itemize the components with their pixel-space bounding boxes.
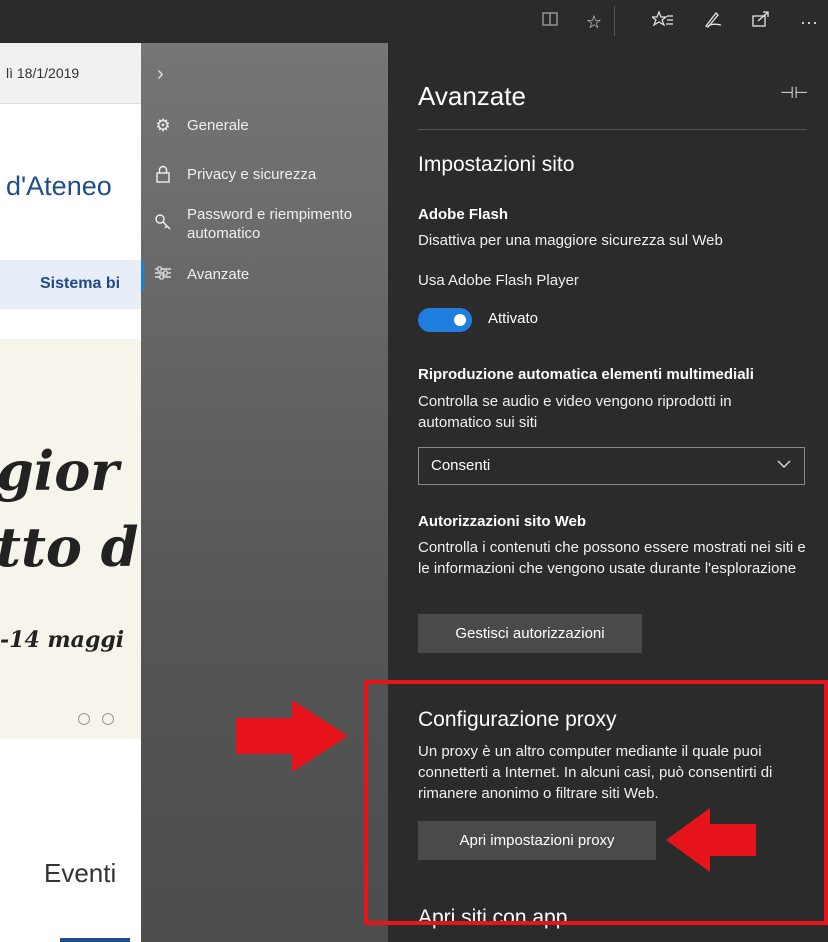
reading-view-icon[interactable] (538, 8, 562, 36)
nav-item-avanzate[interactable]: Avanzate (141, 261, 388, 291)
title-divider (418, 129, 807, 130)
lock-icon (153, 165, 173, 188)
nav-item-privacy[interactable]: Privacy e sicurezza (141, 165, 388, 187)
sistema-button-label: Sistema bi (40, 275, 121, 292)
active-indicator (141, 261, 144, 291)
autoplay-title: Riproduzione automatica elementi multime… (418, 366, 754, 383)
manage-permissions-button[interactable]: Gestisci autorizzazioni (418, 614, 642, 653)
flash-title: Adobe Flash (418, 206, 509, 223)
favorite-star-icon[interactable]: ☆ (580, 8, 608, 36)
collapse-chevron-icon[interactable]: › (157, 63, 164, 86)
nav-item-label: Generale (187, 117, 249, 134)
nav-item-label: Password e riempimento automatico (187, 206, 353, 242)
autoplay-select-value: Consenti (431, 457, 491, 474)
flash-toggle-state: Attivato (488, 310, 539, 327)
banner-line-3: -14 maggi (0, 627, 125, 653)
flash-toggle[interactable] (418, 308, 472, 332)
date-bar: lì 18/1/2019 (0, 43, 141, 104)
flash-use-label: Usa Adobe Flash Player (418, 272, 579, 289)
webpage-background: lì 18/1/2019 d'Ateneo Sistema bi gior tt… (0, 43, 141, 942)
page-heading: d'Ateneo (6, 171, 112, 201)
more-icon[interactable]: ··· (796, 8, 822, 36)
autoplay-description: Controlla se audio e video vengono ripro… (418, 393, 732, 431)
carousel-dot[interactable] (102, 713, 114, 725)
autoplay-select[interactable]: Consenti (418, 447, 805, 485)
panel-title: Avanzate (418, 81, 526, 111)
permissions-title: Autorizzazioni sito Web (418, 513, 587, 530)
nav-item-generale[interactable]: ⚙ Generale (141, 116, 388, 138)
gear-icon: ⚙ (155, 116, 171, 135)
annotation-arrow-left-icon (666, 808, 756, 872)
annotation-arrow-right-icon (236, 700, 348, 772)
pen-icon[interactable] (700, 8, 726, 36)
chevron-down-icon (776, 456, 792, 475)
sliders-icon (153, 265, 173, 286)
browser-toolbar: ☆ ··· (0, 0, 828, 43)
events-accent-bar (60, 938, 130, 942)
settings-nav: › ⚙ Generale Privacy e sicurezza Passwor… (141, 43, 388, 942)
pin-icon[interactable]: ⊣⊢ (780, 83, 808, 103)
favorites-hub-icon[interactable] (648, 8, 678, 36)
event-banner[interactable]: gior tto d -14 maggi (0, 339, 141, 739)
banner-line-2: tto d (0, 515, 139, 579)
share-icon[interactable] (748, 8, 774, 36)
carousel-dot[interactable] (78, 713, 90, 725)
site-settings-heading: Impostazioni sito (418, 153, 575, 176)
date-text: lì 18/1/2019 (6, 65, 80, 81)
carousel-dots (78, 712, 126, 730)
toggle-knob (454, 314, 466, 326)
permissions-description: Controlla i contenuti che possono essere… (418, 539, 806, 577)
nav-item-label: Privacy e sicurezza (187, 166, 317, 183)
flash-description: Disattiva per una maggiore sicurezza sul… (418, 232, 723, 249)
nav-item-label: Avanzate (187, 266, 250, 283)
events-heading: Eventi (44, 858, 117, 888)
banner-line-1: gior (0, 439, 119, 503)
nav-item-password[interactable]: Password e riempimento automatico (141, 205, 388, 245)
key-icon (153, 213, 173, 236)
sistema-button[interactable]: Sistema bi (0, 260, 141, 309)
toolbar-divider (614, 6, 615, 36)
highlight-box (364, 680, 828, 925)
